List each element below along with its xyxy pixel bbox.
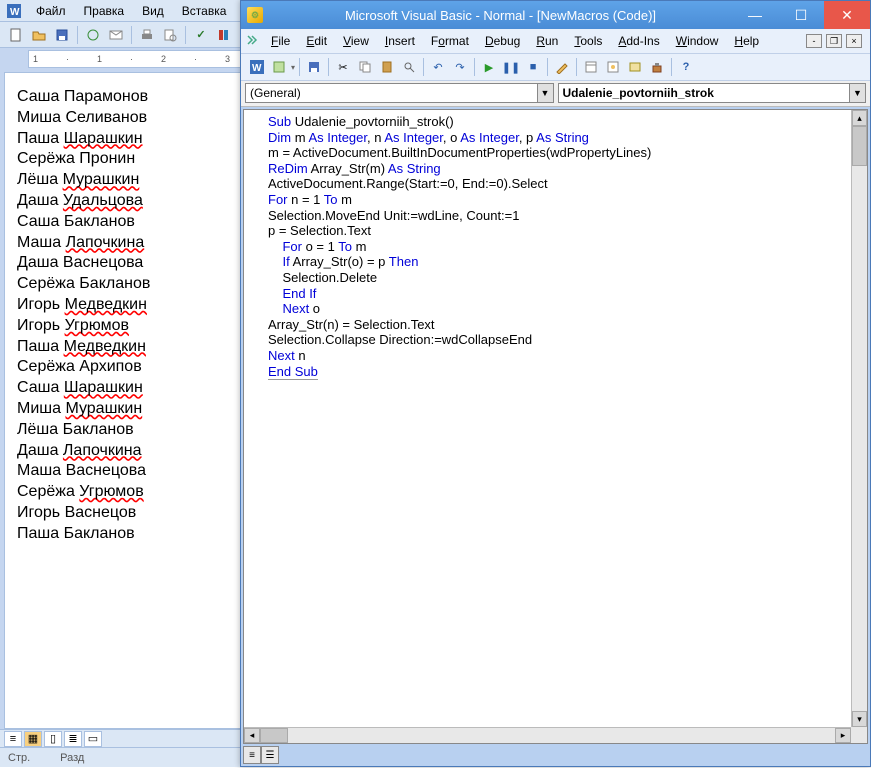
maximize-button[interactable]: ☐ [778, 1, 824, 29]
research-button[interactable] [214, 25, 234, 45]
svg-text:W: W [252, 63, 262, 74]
separator [77, 26, 78, 44]
vertical-scrollbar[interactable]: ▴ ▾ [851, 110, 867, 727]
separator [185, 26, 186, 44]
preview-button[interactable] [160, 25, 180, 45]
vbe-app-icon: ⚙ [247, 7, 263, 23]
mdi-minimize-button[interactable]: - [806, 34, 822, 48]
break-button[interactable]: ❚❚ [501, 57, 521, 77]
vbe-titlebar[interactable]: ⚙ Microsoft Visual Basic - Normal - [New… [241, 1, 870, 29]
mail-button[interactable] [106, 25, 126, 45]
scroll-corner [851, 727, 867, 743]
close-button[interactable]: ✕ [824, 1, 870, 29]
procedure-view-button[interactable]: ≡ [243, 746, 261, 764]
separator [576, 58, 577, 76]
spellcheck-button[interactable]: ✓ [191, 25, 211, 45]
design-mode-button[interactable] [552, 57, 572, 77]
properties-button[interactable] [603, 57, 623, 77]
word-app-icon[interactable]: W [6, 3, 22, 19]
copy-button[interactable] [355, 57, 375, 77]
full-module-view-button[interactable]: ☰ [261, 746, 279, 764]
permission-button[interactable] [83, 25, 103, 45]
svg-text:W: W [10, 7, 20, 18]
separator [131, 26, 132, 44]
separator [328, 58, 329, 76]
vbe-dropdowns-row: (General) ▼ Udalenie_povtorniih_strok ▼ [241, 81, 870, 107]
scroll-right-button[interactable]: ▸ [835, 728, 851, 743]
print-layout-button[interactable]: ▯ [44, 731, 62, 747]
find-button[interactable] [399, 57, 419, 77]
run-button[interactable]: ▶ [479, 57, 499, 77]
mdi-close-button[interactable]: × [846, 34, 862, 48]
word-menu-file[interactable]: Файл [28, 2, 74, 20]
mdi-restore-button[interactable]: ❐ [826, 34, 842, 48]
word-menu-edit[interactable]: Правка [76, 2, 133, 20]
save-button[interactable] [304, 57, 324, 77]
project-explorer-button[interactable] [581, 57, 601, 77]
menu-run[interactable]: Run [528, 31, 566, 51]
insert-module-button[interactable] [269, 57, 289, 77]
open-button[interactable] [29, 25, 49, 45]
status-page: Стр. [8, 752, 30, 764]
separator [299, 58, 300, 76]
save-button[interactable] [52, 25, 72, 45]
object-browser-button[interactable] [625, 57, 645, 77]
web-view-button[interactable]: ▦ [24, 731, 42, 747]
code-text[interactable]: Sub Udalenie_povtorniih_strok() Dim m As… [244, 110, 851, 727]
scroll-thumb[interactable] [260, 728, 288, 743]
undo-button[interactable]: ↶ [428, 57, 448, 77]
scroll-left-button[interactable]: ◂ [244, 728, 260, 743]
dropdown-arrow-icon: ▼ [849, 84, 865, 102]
vbe-window: ⚙ Microsoft Visual Basic - Normal - [New… [240, 0, 871, 767]
separator [474, 58, 475, 76]
object-dropdown[interactable]: (General) ▼ [245, 83, 554, 103]
menu-window[interactable]: Window [668, 31, 727, 51]
code-editor[interactable]: Sub Udalenie_povtorniih_strok() Dim m As… [243, 109, 868, 744]
view-word-button[interactable]: W [247, 57, 267, 77]
word-menu-view[interactable]: Вид [134, 2, 172, 20]
vbe-menu-icon[interactable] [245, 33, 263, 50]
scroll-down-button[interactable]: ▾ [852, 711, 867, 727]
separator [423, 58, 424, 76]
menu-insert[interactable]: Insert [377, 31, 423, 51]
print-button[interactable] [137, 25, 157, 45]
minimize-button[interactable]: — [732, 1, 778, 29]
separator [671, 58, 672, 76]
menu-help[interactable]: Help [726, 31, 767, 51]
menu-view[interactable]: View [335, 31, 377, 51]
menu-debug[interactable]: Debug [477, 31, 528, 51]
object-dropdown-value: (General) [250, 86, 301, 100]
scroll-up-button[interactable]: ▴ [852, 110, 867, 126]
toolbox-button[interactable] [647, 57, 667, 77]
redo-button[interactable]: ↷ [450, 57, 470, 77]
menu-edit[interactable]: Edit [298, 31, 335, 51]
vbe-title: Microsoft Visual Basic - Normal - [NewMa… [269, 8, 732, 23]
outline-view-button[interactable]: ≣ [64, 731, 82, 747]
cut-button[interactable]: ✂ [333, 57, 353, 77]
reading-view-button[interactable]: ▭ [84, 731, 102, 747]
normal-view-button[interactable]: ≡ [4, 731, 22, 747]
paste-button[interactable] [377, 57, 397, 77]
separator [547, 58, 548, 76]
word-menu-insert[interactable]: Вставка [174, 2, 235, 20]
vbe-menubar: File Edit View Insert Format Debug Run T… [241, 29, 870, 53]
horizontal-scrollbar[interactable]: ◂ ▸ [244, 727, 851, 743]
status-section: Разд [60, 752, 84, 764]
scroll-thumb[interactable] [852, 126, 867, 166]
procedure-dropdown[interactable]: Udalenie_povtorniih_strok ▼ [558, 83, 867, 103]
vbe-toolbar: W ▾ ✂ ↶ ↷ ▶ ❚❚ ■ ? [241, 53, 870, 81]
reset-button[interactable]: ■ [523, 57, 543, 77]
help-button[interactable]: ? [676, 57, 696, 77]
procedure-dropdown-value: Udalenie_povtorniih_strok [563, 86, 714, 100]
menu-tools[interactable]: Tools [566, 31, 610, 51]
menu-file[interactable]: File [263, 31, 298, 51]
menu-format[interactable]: Format [423, 31, 477, 51]
menu-addins[interactable]: Add-Ins [610, 31, 667, 51]
code-view-buttons: ≡ ☰ [243, 746, 279, 764]
new-doc-button[interactable] [6, 25, 26, 45]
dropdown-arrow-icon: ▼ [537, 84, 553, 102]
